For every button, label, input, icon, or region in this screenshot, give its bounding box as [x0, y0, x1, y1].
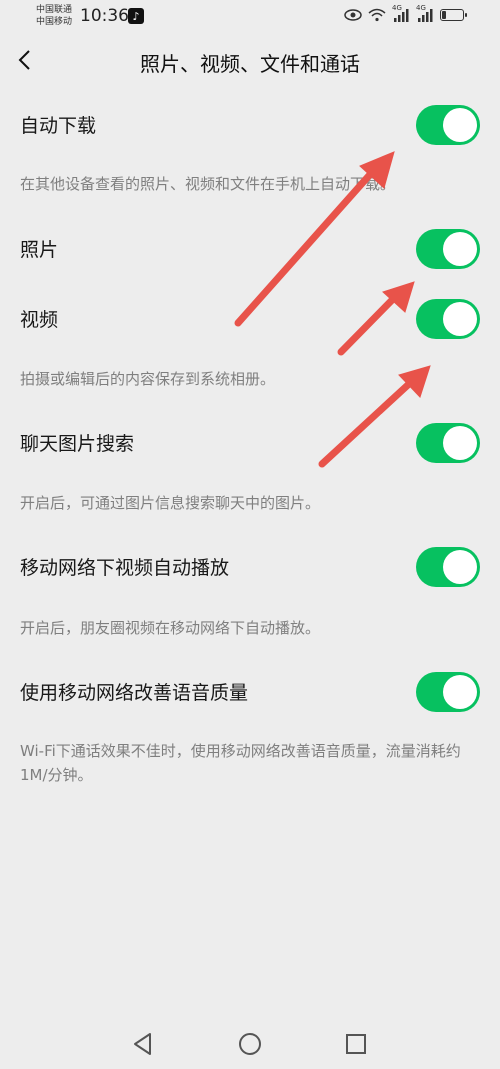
annotation-arrows — [234, 151, 431, 468]
toggle-knob — [443, 675, 477, 709]
setting-mobile-video-autoplay: 移动网络下视频自动播放 — [0, 538, 500, 598]
setting-label: 使用移动网络改善语音质量 — [20, 682, 249, 704]
setting-auto-download: 自动下载 — [0, 96, 500, 156]
clock: 10:36 — [80, 6, 129, 26]
status-bar: 中国联通 中国移动 10:36 ♪ 4G 4G — [0, 0, 500, 34]
chat-image-search-toggle[interactable] — [416, 423, 480, 463]
battery-icon — [440, 9, 467, 21]
status-icons: 4G 4G — [344, 4, 467, 22]
battery-level — [442, 11, 446, 19]
mobile-video-autoplay-toggle[interactable] — [416, 547, 480, 587]
save-to-album-description: 拍摄或编辑后的内容保存到系统相册。 — [20, 370, 276, 388]
setting-label: 照片 — [20, 239, 59, 261]
nav-recents-icon[interactable] — [343, 1031, 369, 1057]
system-nav-bar — [0, 1019, 500, 1069]
voice-quality-toggle[interactable] — [416, 672, 480, 712]
toggle-knob — [443, 108, 477, 142]
toggle-knob — [443, 550, 477, 584]
signal-icon-1: 4G — [392, 4, 410, 22]
wifi-icon — [368, 8, 386, 22]
setting-voice-quality: 使用移动网络改善语音质量 — [0, 663, 500, 723]
toggle-knob — [443, 302, 477, 336]
carrier-info: 中国联通 中国移动 — [36, 4, 72, 28]
setting-label: 移动网络下视频自动播放 — [20, 557, 230, 579]
auto-download-toggle[interactable] — [416, 105, 480, 145]
setting-label: 自动下载 — [20, 115, 97, 137]
mobile-video-autoplay-description: 开启后，朋友圈视频在移动网络下自动播放。 — [20, 619, 321, 637]
signal-icon-2: 4G — [416, 4, 434, 22]
eye-icon — [344, 9, 362, 21]
setting-chat-image-search: 聊天图片搜索 — [0, 414, 500, 474]
tiktok-icon: ♪ — [128, 8, 144, 24]
setting-label: 视频 — [20, 309, 59, 331]
setting-photos: 照片 — [0, 220, 500, 280]
chat-image-search-description: 开启后，可通过图片信息搜索聊天中的图片。 — [20, 494, 321, 512]
carrier-1: 中国联通 — [36, 5, 73, 15]
auto-download-description: 在其他设备查看的照片、视频和文件在手机上自动下载。 — [20, 175, 396, 193]
setting-videos: 视频 — [0, 290, 500, 350]
nav-back-icon[interactable] — [130, 1031, 156, 1057]
network-label-2: 4G — [416, 4, 426, 12]
toggle-knob — [443, 232, 477, 266]
photos-toggle[interactable] — [416, 229, 480, 269]
carrier-2: 中国移动 — [36, 17, 73, 27]
toggle-knob — [443, 426, 477, 460]
page-title: 照片、视频、文件和通话 — [140, 52, 360, 76]
header: 照片、视频、文件和通话 — [0, 36, 500, 88]
voice-quality-description: Wi-Fi下通话效果不佳时，使用移动网络改善语音质量，流量消耗约1M/分钟。 — [20, 742, 461, 784]
setting-label: 聊天图片搜索 — [20, 433, 135, 455]
videos-toggle[interactable] — [416, 299, 480, 339]
network-label-1: 4G — [392, 4, 402, 12]
nav-home-icon[interactable] — [237, 1031, 263, 1057]
